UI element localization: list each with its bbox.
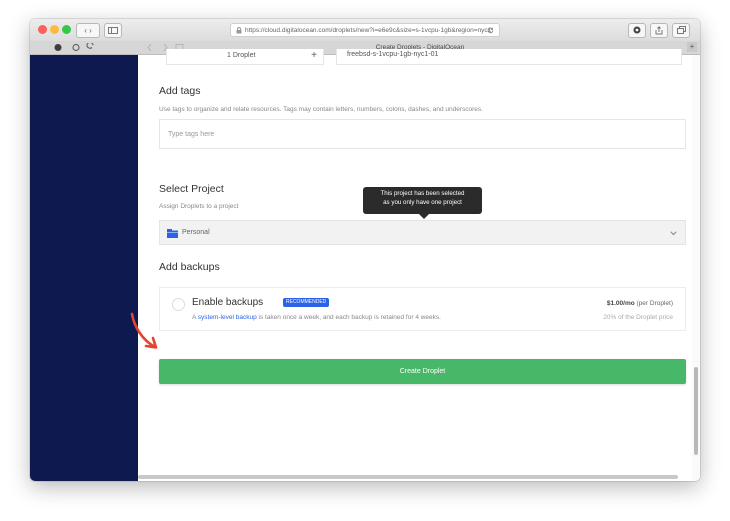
extension-icon bbox=[633, 26, 641, 34]
droplet-quantity-value: 1 Droplet bbox=[227, 52, 256, 59]
tags-input-placeholder: Type tags here bbox=[168, 131, 215, 138]
recommended-badge: RECOMMENDED bbox=[283, 298, 330, 307]
backups-description: A system-level backup is taken once a we… bbox=[192, 314, 441, 321]
project-select-value: Personal bbox=[182, 229, 210, 236]
backups-price-note: (per Droplet) bbox=[636, 300, 673, 307]
project-tooltip: This project has been selected as you on… bbox=[363, 187, 482, 219]
browser-window: ‹ › https://cloud.digitalocean.com/dropl… bbox=[30, 19, 700, 481]
vertical-scrollbar-thumb[interactable] bbox=[694, 367, 698, 455]
droplet-quantity-stepper[interactable]: 1 Droplet + bbox=[166, 49, 324, 65]
horizontal-scrollbar[interactable] bbox=[138, 475, 678, 479]
side-navigation bbox=[30, 55, 138, 481]
forward-icon[interactable]: › bbox=[89, 26, 92, 35]
backups-option-card[interactable]: Enable backups RECOMMENDED A system-leve… bbox=[159, 287, 686, 331]
backups-percent: 20% of the Droplet price bbox=[603, 314, 673, 321]
create-droplet-label: Create Droplet bbox=[399, 368, 446, 375]
lock-icon bbox=[236, 27, 242, 34]
droplet-hostname-value: freebsd-s-1vcpu-1gb-nyc1-01 bbox=[347, 51, 439, 58]
address-bar-url: https://cloud.digitalocean.com/droplets/… bbox=[245, 27, 492, 34]
app-icons bbox=[54, 43, 94, 52]
back-icon[interactable]: ‹ bbox=[84, 26, 87, 35]
minimize-window-button[interactable] bbox=[50, 25, 59, 34]
back-forward-buttons[interactable]: ‹ › bbox=[76, 23, 100, 38]
share-icon bbox=[655, 26, 663, 35]
project-tooltip-line1: This project has been selected bbox=[380, 190, 465, 197]
tags-heading: Add tags bbox=[159, 85, 201, 97]
backups-heading: Add backups bbox=[159, 261, 220, 273]
increase-quantity-button[interactable]: + bbox=[311, 50, 317, 61]
tags-input[interactable]: Type tags here bbox=[159, 119, 686, 149]
tabs-button[interactable] bbox=[672, 23, 690, 38]
sidebar-toggle-button[interactable] bbox=[104, 23, 122, 38]
backups-description-suffix: is taken once a week, and each backup is… bbox=[258, 314, 441, 321]
annotation-arrow-icon bbox=[130, 312, 158, 349]
project-select[interactable]: Personal bbox=[159, 220, 686, 245]
chevron-down-icon bbox=[670, 231, 677, 236]
backups-description-prefix: A bbox=[192, 314, 196, 321]
tags-description: Use tags to organize and relate resource… bbox=[159, 106, 483, 113]
project-heading: Select Project bbox=[159, 183, 224, 195]
address-bar[interactable]: https://cloud.digitalocean.com/droplets/… bbox=[230, 23, 500, 37]
create-droplet-button[interactable]: Create Droplet bbox=[159, 359, 686, 384]
project-description: Assign Droplets to a project bbox=[159, 203, 239, 210]
reload-icon[interactable] bbox=[487, 27, 494, 34]
backups-checkbox[interactable] bbox=[172, 298, 185, 311]
backups-price: $1.00/mo (per Droplet) bbox=[607, 300, 673, 307]
close-window-button[interactable] bbox=[38, 25, 47, 34]
project-tooltip-line2: as you only have one project bbox=[383, 199, 462, 206]
new-tab-button[interactable]: + bbox=[687, 42, 697, 52]
browser-titlebar: ‹ › https://cloud.digitalocean.com/dropl… bbox=[30, 19, 700, 42]
create-droplet-form: 1 Droplet + freebsd-s-1vcpu-1gb-nyc1-01 … bbox=[138, 49, 700, 481]
extension-button[interactable] bbox=[628, 23, 646, 38]
backups-option-title: Enable backups bbox=[192, 297, 264, 308]
system-backup-link[interactable]: system-level backup bbox=[198, 314, 257, 321]
droplet-hostname-field[interactable]: freebsd-s-1vcpu-1gb-nyc1-01 bbox=[336, 49, 682, 65]
share-button[interactable] bbox=[650, 23, 668, 38]
tabs-icon bbox=[676, 26, 686, 34]
backups-price-value: $1.00/mo bbox=[606, 300, 635, 307]
sidebar-icon bbox=[108, 27, 118, 34]
zoom-window-button[interactable] bbox=[62, 25, 71, 34]
folder-icon bbox=[167, 229, 178, 238]
